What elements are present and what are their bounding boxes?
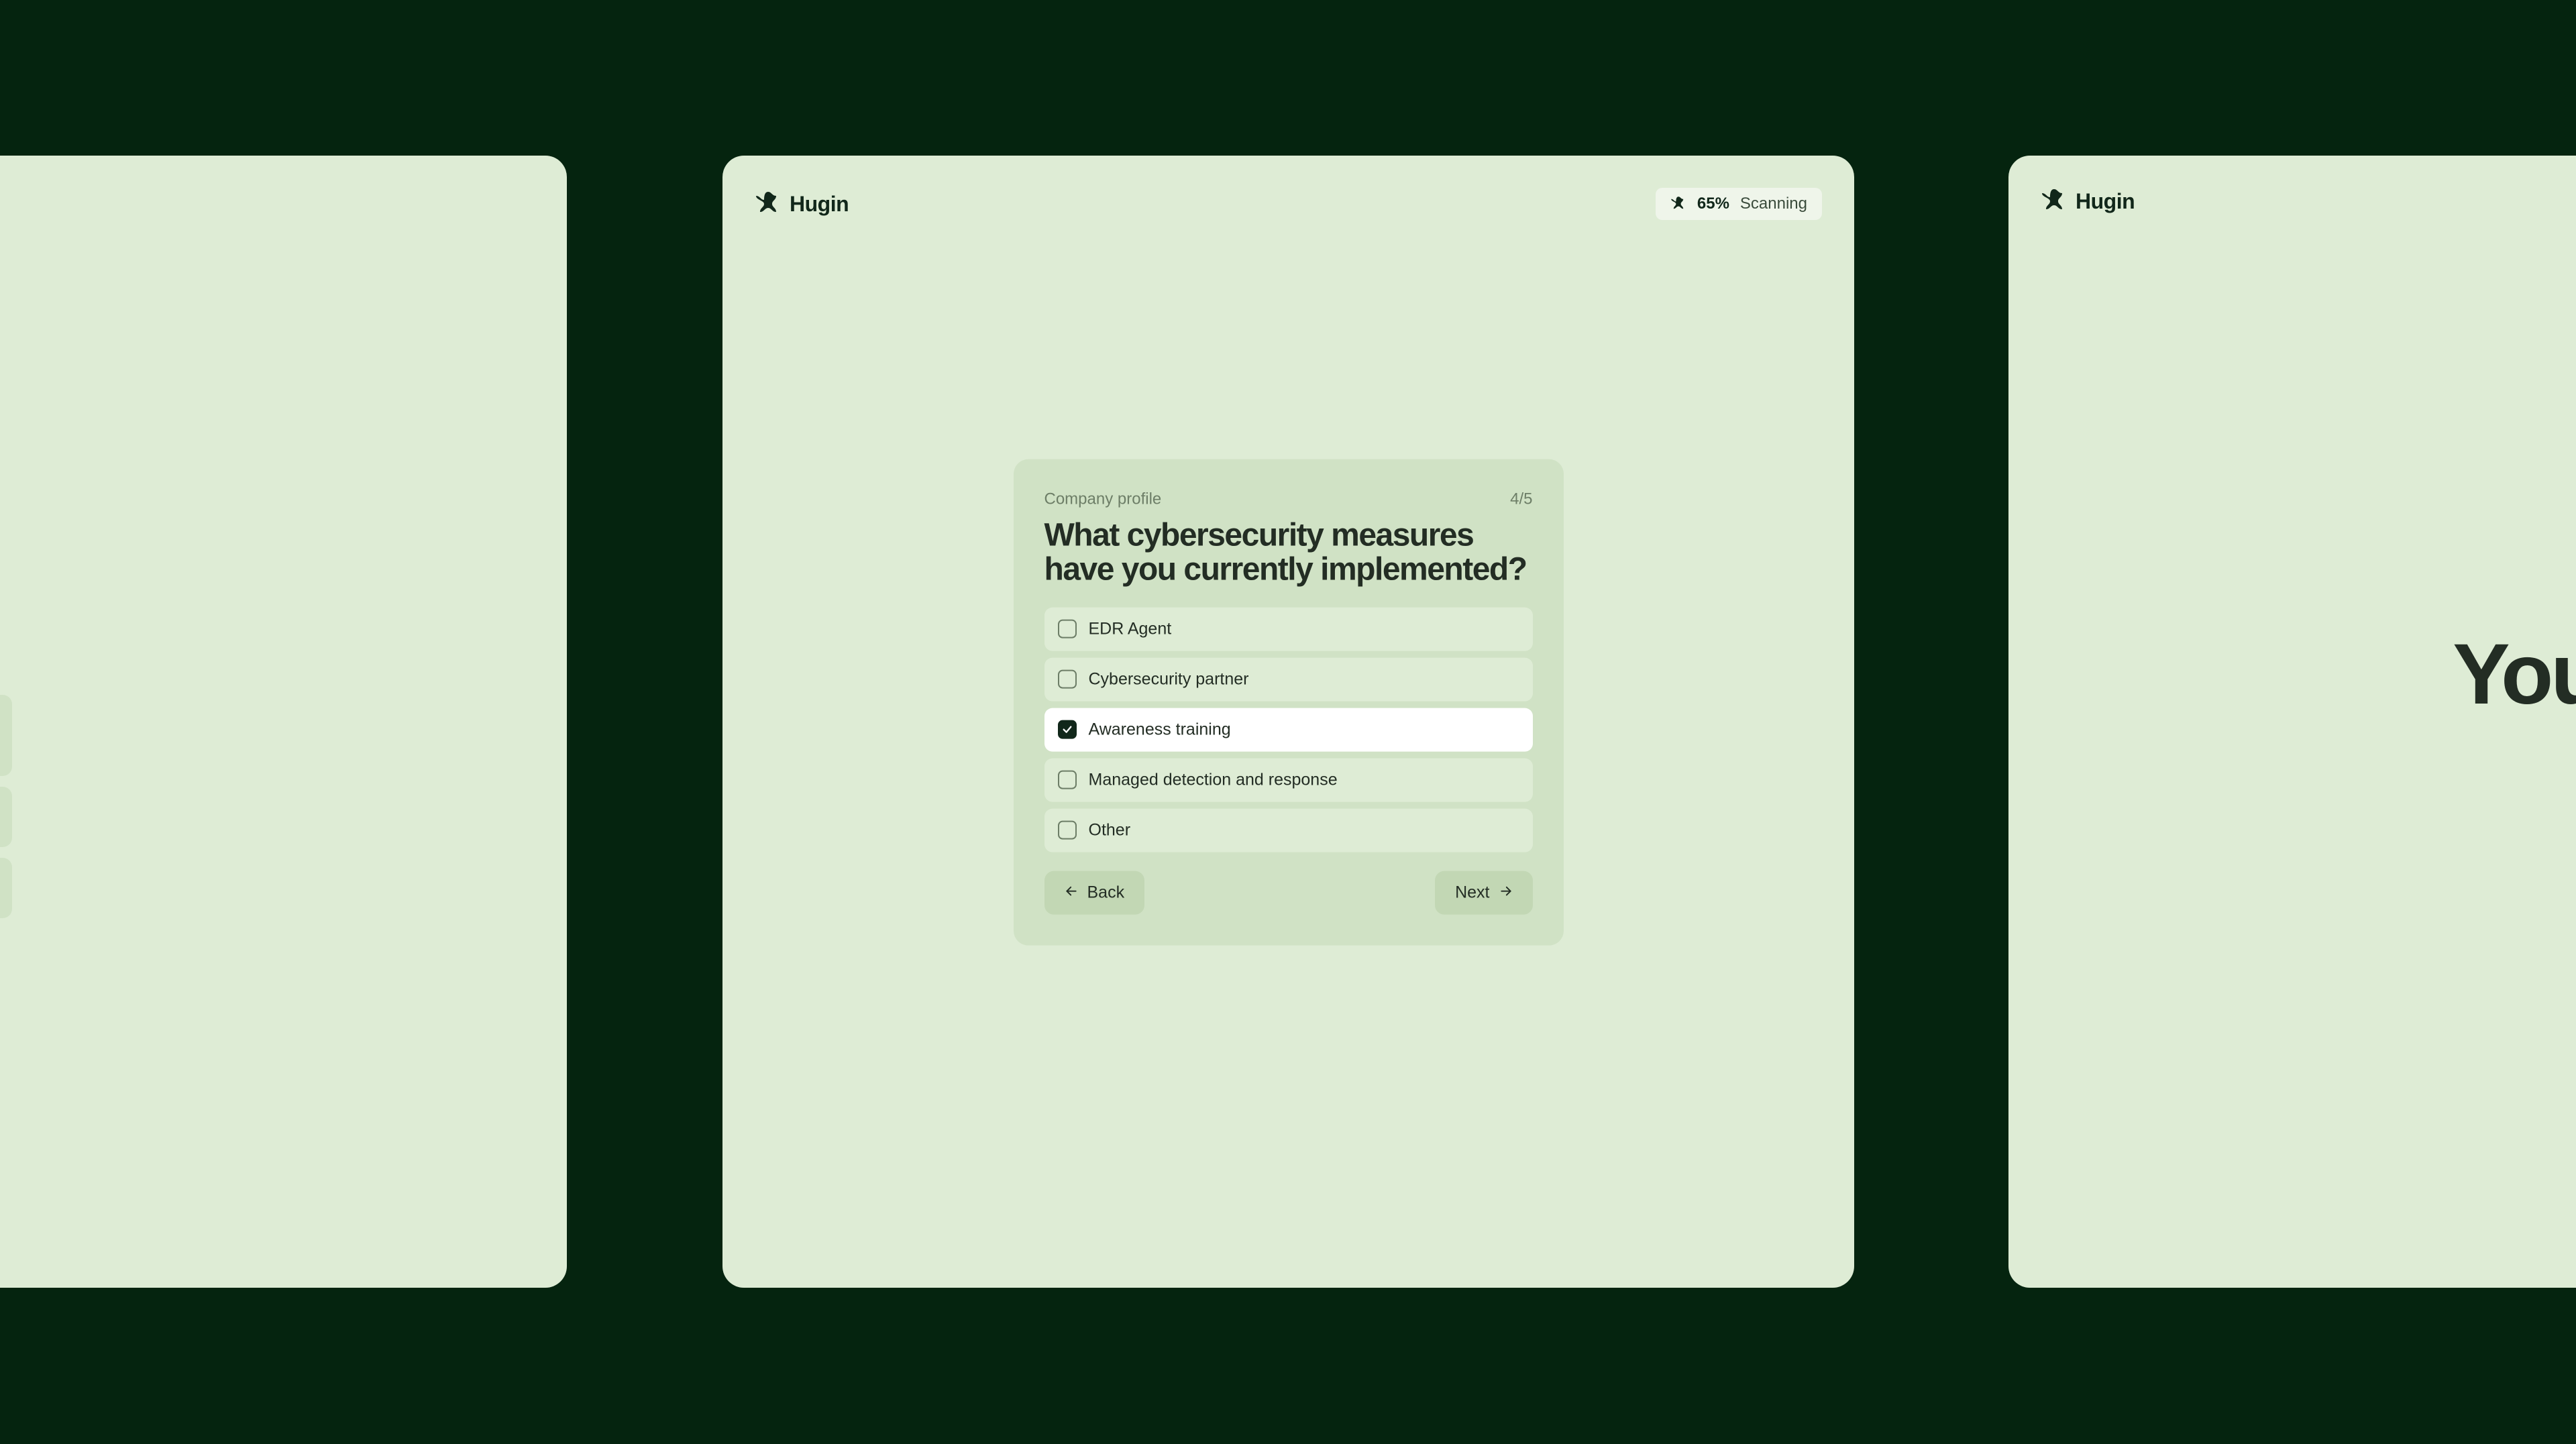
option-managed-detection-response[interactable]: Managed detection and response: [1044, 758, 1533, 801]
welcome-title: ome, gen: [0, 410, 12, 583]
option-edr-agent[interactable]: EDR Agent: [1044, 607, 1533, 651]
next-button[interactable]: Next: [1435, 871, 1532, 914]
next-label: Next: [1455, 883, 1489, 902]
brand-name: Hugin: [2076, 189, 2135, 214]
onboarding-step[interactable]: Assignment in Entral Portal.: [0, 787, 12, 847]
question-title: What cybersecurity measures have you cur…: [1044, 518, 1533, 588]
welcome-subtitle: ur business, there are need to go throug…: [0, 602, 12, 657]
onboarding-steps: s cation to read data in your tenant. As…: [0, 695, 12, 918]
card-meta: Company profile 4/5: [1044, 490, 1533, 509]
arrow-right-icon: [1499, 883, 1513, 902]
checkbox-icon: [1058, 821, 1077, 840]
card-section: Company profile: [1044, 490, 1162, 509]
option-other[interactable]: Other: [1044, 808, 1533, 852]
onboarding-panel-complete: Hugin Your accou Necessary a System scan…: [2008, 156, 2576, 1288]
onboarding-panel-question: Hugin 65% Scanning Company profile 4/5 W…: [722, 156, 1854, 1288]
hugin-logo-icon: [755, 190, 782, 217]
panel-header: Hugin 65% Scanning: [722, 156, 1854, 220]
card-nav: Back Next: [1044, 871, 1533, 914]
option-label: Other: [1089, 820, 1131, 840]
back-label: Back: [1087, 883, 1125, 902]
complete-title: Your accou: [2453, 625, 2576, 724]
scan-percent: 65%: [1697, 195, 1729, 213]
option-label: Managed detection and response: [1089, 770, 1338, 789]
option-label: EDR Agent: [1089, 619, 1172, 638]
onboarding-panel-welcome: ome, gen ur business, there are need to …: [0, 156, 567, 1288]
complete-block: Your accou Necessary a System scan Compa…: [2214, 478, 2576, 928]
option-label: Cybersecurity partner: [1089, 669, 1249, 689]
scan-status-chip: 65% Scanning: [1656, 188, 1822, 220]
arrow-left-icon: [1065, 883, 1078, 902]
hugin-logo-icon: [1670, 196, 1686, 212]
checkbox-icon: [1058, 771, 1077, 789]
card-progress: 4/5: [1510, 490, 1532, 509]
brand: Hugin: [755, 190, 849, 217]
brand-name: Hugin: [790, 192, 849, 217]
back-button[interactable]: Back: [1044, 871, 1145, 914]
checkbox-checked-icon: [1058, 720, 1077, 739]
onboarding-step[interactable]: the platform.: [0, 858, 12, 918]
scan-label: Scanning: [1740, 195, 1807, 213]
option-label: Awareness training: [1089, 720, 1231, 739]
question-card: Company profile 4/5 What cybersecurity m…: [1014, 459, 1564, 946]
hugin-logo-icon: [2041, 188, 2068, 215]
option-awareness-training[interactable]: Awareness training: [1044, 708, 1533, 751]
welcome-block: ome, gen ur business, there are need to …: [0, 410, 12, 980]
brand: Hugin: [2041, 188, 2135, 215]
checkbox-icon: [1058, 670, 1077, 689]
checkbox-icon: [1058, 620, 1077, 638]
option-cybersecurity-partner[interactable]: Cybersecurity partner: [1044, 657, 1533, 701]
onboarding-step[interactable]: s cation to read data in your tenant.: [0, 695, 12, 776]
panel-header: Hugin: [2008, 156, 2576, 215]
options-list: EDR Agent Cybersecurity partner Awarenes…: [1044, 607, 1533, 852]
